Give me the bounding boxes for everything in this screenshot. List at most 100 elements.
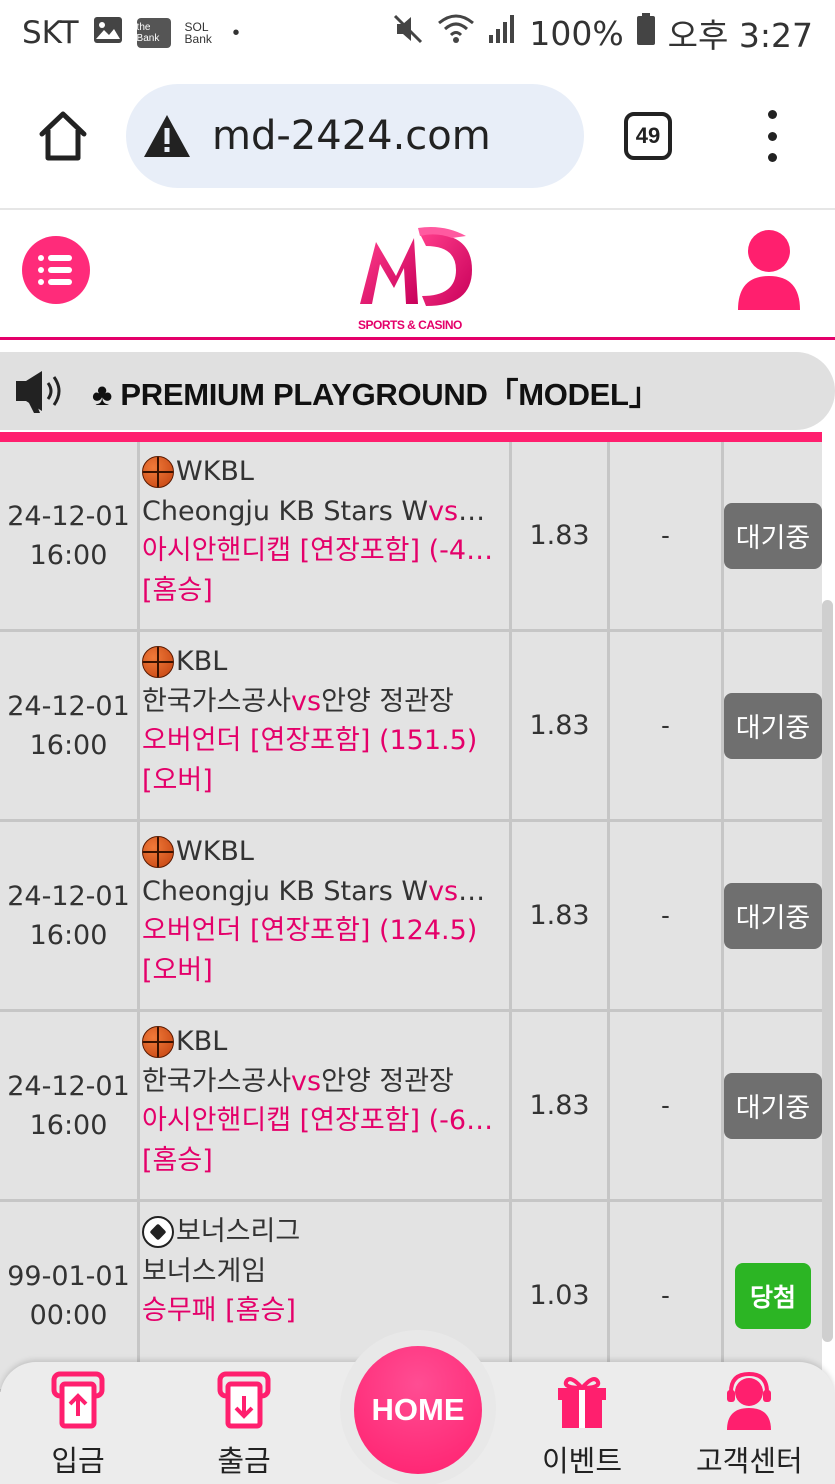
- status-win-badge[interactable]: 당첨: [735, 1262, 811, 1329]
- menu-dot: [38, 255, 44, 261]
- status-bar: SKT the Bank SOL Bank • 100% 오후 3:27: [0, 0, 835, 66]
- sol-bank-icon: SOL Bank: [184, 18, 219, 48]
- not-secure-warning-icon[interactable]: [142, 113, 192, 159]
- league-line: KBL: [142, 642, 498, 682]
- status-bar-left: SKT the Bank SOL Bank •: [22, 14, 240, 53]
- page-scrollbar[interactable]: [822, 600, 833, 1342]
- match-teams: 보너스게임: [142, 1252, 498, 1292]
- browser-home-button[interactable]: [36, 110, 90, 162]
- bet-result: -: [610, 1012, 724, 1199]
- bet-row: 24-12-01 16:00 KBL 한국가스공사vs안양 정관장 아시안핸디캡…: [0, 1012, 822, 1202]
- status-bar-right: 100% 오후 3:27: [391, 9, 813, 57]
- user-icon: [738, 230, 800, 310]
- nav-withdraw[interactable]: 출금: [216, 1370, 272, 1480]
- notice-text: ♣ PREMIUM PLAYGROUND「MODEL」: [92, 376, 660, 412]
- bet-selection: [홈승]: [142, 574, 213, 606]
- result-value: -: [661, 1280, 670, 1310]
- bet-selection: [오버]: [142, 954, 213, 986]
- wifi-icon: [437, 13, 475, 53]
- basketball-icon: [142, 455, 174, 488]
- league-line: KBL: [142, 1022, 498, 1062]
- site-header: SPORTS & CASINO: [0, 212, 835, 340]
- status-pending-badge[interactable]: 대기중: [724, 882, 822, 949]
- home-team: Cheongju KB Stars W: [142, 875, 429, 907]
- bet-row: 24-12-01 16:00 WKBL Cheongju KB Stars Wv…: [0, 822, 822, 1012]
- league-name: KBL: [176, 646, 228, 677]
- away-team: 안양 정관장: [321, 685, 454, 717]
- nav-withdraw-label: 출금: [217, 1444, 271, 1478]
- bet-odds: 1.83: [512, 1012, 610, 1199]
- match-teams: Cheongju KB Stars Wvs신…: [142, 492, 498, 532]
- bet-market: 아시안핸디캡 [연장포함] (-4.5): [142, 535, 498, 566]
- bet-datetime: 24-12-01 16:00: [0, 632, 140, 819]
- accent-divider: [0, 432, 822, 442]
- status-pending-badge[interactable]: 대기중: [724, 1072, 822, 1139]
- soccer-ball-icon: [142, 1215, 174, 1248]
- bet-status: 대기중: [724, 632, 822, 819]
- mute-icon: [391, 12, 425, 54]
- vs-label: vs: [428, 875, 459, 907]
- menu-dot: [38, 267, 44, 273]
- bet-time: 16:00: [29, 1109, 108, 1141]
- browser-menu-button[interactable]: [758, 110, 786, 162]
- menu-bar: [48, 267, 72, 273]
- site-logo[interactable]: SPORTS & CASINO: [356, 224, 478, 334]
- nav-support-label: 고객센터: [696, 1444, 803, 1478]
- notification-dot-icon: •: [232, 21, 240, 44]
- bet-status: 대기중: [724, 442, 822, 629]
- bet-time: 00:00: [29, 1299, 108, 1331]
- menu-bar: [48, 279, 72, 285]
- status-pending-badge[interactable]: 대기중: [724, 502, 822, 569]
- more-dot: [767, 110, 777, 119]
- address-bar[interactable]: md-2424.com: [126, 84, 584, 188]
- user-account-button[interactable]: [736, 226, 802, 312]
- bet-odds: 1.83: [512, 822, 610, 1009]
- the-bank-label: the Bank: [136, 22, 160, 44]
- carrier-label: SKT: [22, 15, 79, 51]
- md-logo-icon: [360, 227, 472, 306]
- nav-support[interactable]: 고객센터: [696, 1370, 803, 1480]
- clock: 오후 3:27: [667, 16, 813, 55]
- sol-bank-label: SOL Bank: [184, 20, 212, 46]
- bet-row: 24-12-01 16:00 WKBL Cheongju KB Stars Wv…: [0, 442, 822, 632]
- bet-time: 16:00: [29, 539, 108, 571]
- odds-value: 1.83: [529, 900, 590, 931]
- bet-status: 대기중: [724, 822, 822, 1009]
- menu-icon-row: [38, 267, 90, 273]
- withdraw-icon: [217, 1371, 271, 1429]
- nav-deposit[interactable]: 입금: [50, 1370, 106, 1480]
- odds-value: 1.03: [529, 1280, 590, 1311]
- url-text[interactable]: md-2424.com: [212, 113, 491, 159]
- gift-icon: [558, 1377, 607, 1428]
- signal-icon: [487, 13, 517, 53]
- home-button[interactable]: HOME: [340, 1330, 496, 1484]
- bet-history-table: 24-12-01 16:00 WKBL Cheongju KB Stars Wv…: [0, 442, 822, 1392]
- more-dot: [767, 131, 777, 141]
- home-button-label: HOME: [371, 1392, 465, 1427]
- bet-market: 아시안핸디캡 [연장포함] (-6.5): [142, 1105, 498, 1136]
- support-headset-icon: [727, 1371, 772, 1430]
- league-name: WKBL: [176, 836, 254, 867]
- nav-deposit-label: 입금: [51, 1444, 105, 1478]
- the-bank-icon: the Bank: [136, 18, 171, 48]
- bet-details: WKBL Cheongju KB Stars Wvs신… 오버언더 [연장포함]…: [140, 822, 512, 1009]
- bet-result: -: [610, 822, 724, 1009]
- vs-label: vs: [291, 1065, 322, 1097]
- nav-event[interactable]: 이벤트: [542, 1370, 622, 1480]
- gallery-icon: [93, 14, 123, 53]
- browser-toolbar: md-2424.com 49: [0, 66, 835, 210]
- tab-switcher-button[interactable]: 49: [624, 112, 672, 160]
- bet-odds: 1.83: [512, 632, 610, 819]
- away-team: 안양 정관장: [321, 1065, 454, 1097]
- bet-details: KBL 한국가스공사vs안양 정관장 오버언더 [연장포함] (151.5) […: [140, 632, 512, 819]
- result-value: -: [661, 520, 670, 550]
- bet-date: 24-12-01: [7, 880, 130, 912]
- site-menu-button[interactable]: [22, 236, 90, 304]
- tab-count: 49: [635, 123, 661, 148]
- result-value: -: [661, 1090, 670, 1120]
- vs-label: vs: [428, 495, 459, 527]
- bet-date: 24-12-01: [7, 500, 130, 532]
- home-team: 한국가스공사: [142, 685, 292, 717]
- nav-event-label: 이벤트: [542, 1444, 623, 1478]
- status-pending-badge[interactable]: 대기중: [724, 692, 822, 759]
